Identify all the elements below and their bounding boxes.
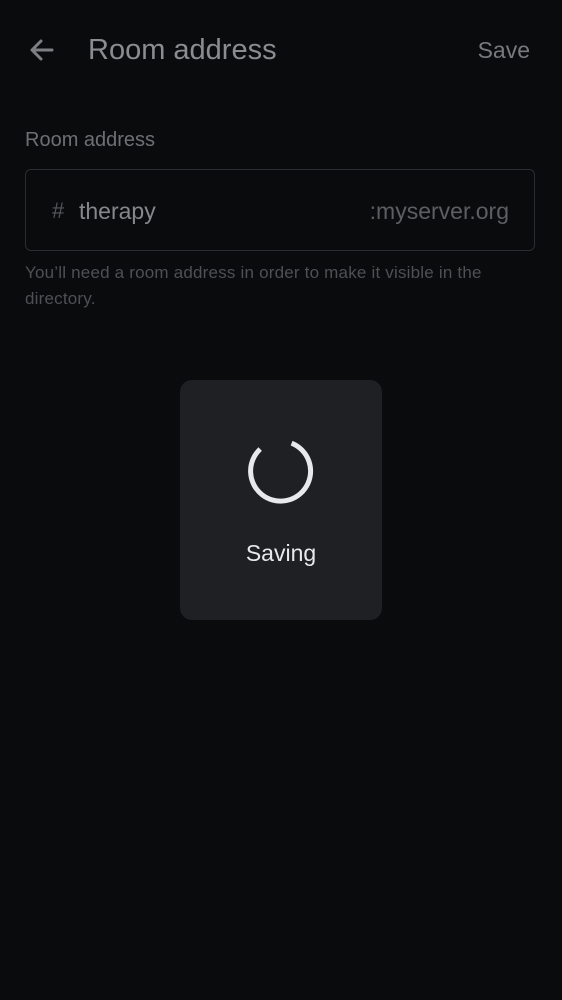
save-button[interactable]: Save xyxy=(478,30,530,70)
room-address-field[interactable]: # therapy :myserver.org xyxy=(25,169,535,251)
helper-text: You’ll need a room address in order to m… xyxy=(25,263,482,308)
loading-spinner-icon xyxy=(248,440,314,504)
back-button[interactable] xyxy=(22,30,62,70)
room-address-input[interactable]: therapy xyxy=(79,196,156,226)
saving-message: Saving xyxy=(245,540,317,566)
arrow-left-icon xyxy=(30,39,54,61)
top-app-bar: Room address Save xyxy=(0,0,562,100)
page-title: Room address xyxy=(88,34,277,66)
hash-prefix: # xyxy=(52,198,65,223)
room-address-label: Room address xyxy=(25,129,156,151)
server-suffix: :myserver.org xyxy=(369,198,509,224)
room-address-screen: Room address Save Room address # therapy… xyxy=(0,0,562,1000)
saving-dialog: Saving xyxy=(180,380,382,620)
